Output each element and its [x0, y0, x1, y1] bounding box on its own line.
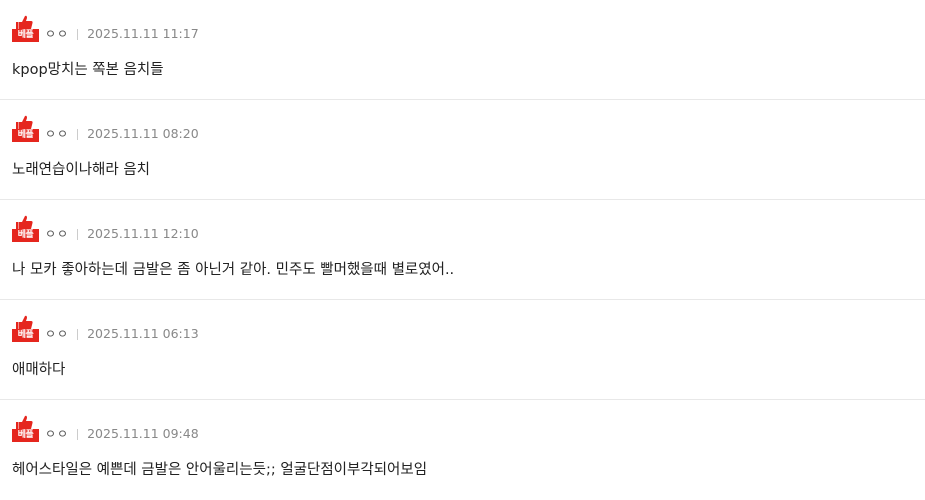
comment-item: 베플 ㅇㅇ 2025.11.11 12:10 나 모카 좋아하는데 금발은 좀 …: [0, 200, 925, 300]
thumbs-up-icon: [16, 215, 33, 229]
best-reply-badge: 베플: [12, 315, 39, 342]
thumbs-up-icon: [16, 415, 33, 429]
comment-author[interactable]: ㅇㅇ: [45, 226, 69, 242]
comment-author[interactable]: ㅇㅇ: [45, 26, 69, 42]
comment-item: 베플 ㅇㅇ 2025.11.11 06:13 애매하다: [0, 300, 925, 400]
comment-author[interactable]: ㅇㅇ: [45, 126, 69, 142]
best-reply-badge: 베플: [12, 115, 39, 142]
comment-meta: 베플 ㅇㅇ 2025.11.11 06:13: [12, 315, 199, 342]
comment-text: 애매하다: [12, 362, 66, 378]
comment-date: 2025.11.11 08:20: [87, 126, 199, 141]
comment-meta: 베플 ㅇㅇ 2025.11.11 08:20: [12, 115, 199, 142]
best-reply-badge: 베플: [12, 415, 39, 442]
comment-date: 2025.11.11 12:10: [87, 226, 199, 241]
thumbs-up-icon: [16, 115, 33, 129]
thumbs-up-icon: [16, 315, 33, 329]
comment-text: kpop망치는 쪽본 음치들: [12, 62, 164, 78]
comment-item: 베플 ㅇㅇ 2025.11.11 09:48 헤어스타일은 예쁜데 금발은 안어…: [0, 400, 925, 500]
best-reply-label: 베플: [12, 29, 39, 42]
best-reply-label: 베플: [12, 429, 39, 442]
best-reply-label: 베플: [12, 329, 39, 342]
meta-divider: [77, 229, 79, 240]
best-reply-label: 베플: [12, 229, 39, 242]
comment-item: 베플 ㅇㅇ 2025.11.11 08:20 노래연습이나해라 음치: [0, 100, 925, 200]
best-reply-badge: 베플: [12, 215, 39, 242]
comment-text: 노래연습이나해라 음치: [12, 162, 151, 178]
thumbs-up-icon: [16, 15, 33, 29]
best-reply-badge: 베플: [12, 15, 39, 42]
comment-item: 베플 ㅇㅇ 2025.11.11 11:17 kpop망치는 쪽본 음치들: [0, 0, 925, 100]
comment-meta: 베플 ㅇㅇ 2025.11.11 09:48: [12, 415, 199, 442]
meta-divider: [77, 29, 79, 40]
comment-meta: 베플 ㅇㅇ 2025.11.11 12:10: [12, 215, 199, 242]
comment-list: 베플 ㅇㅇ 2025.11.11 11:17 kpop망치는 쪽본 음치들 베플…: [0, 0, 925, 500]
comment-date: 2025.11.11 11:17: [87, 26, 199, 41]
comment-author[interactable]: ㅇㅇ: [45, 326, 69, 342]
meta-divider: [77, 329, 79, 340]
comment-text: 헤어스타일은 예쁜데 금발은 안어울리는듯;; 얼굴단점이부각되어보임: [12, 462, 428, 478]
comment-author[interactable]: ㅇㅇ: [45, 426, 69, 442]
meta-divider: [77, 129, 79, 140]
comment-date: 2025.11.11 06:13: [87, 326, 199, 341]
comment-meta: 베플 ㅇㅇ 2025.11.11 11:17: [12, 15, 199, 42]
comment-text: 나 모카 좋아하는데 금발은 좀 아닌거 같아. 민주도 빨머했을때 별로였어.…: [12, 262, 455, 278]
best-reply-label: 베플: [12, 129, 39, 142]
comment-date: 2025.11.11 09:48: [87, 426, 199, 441]
meta-divider: [77, 429, 79, 440]
